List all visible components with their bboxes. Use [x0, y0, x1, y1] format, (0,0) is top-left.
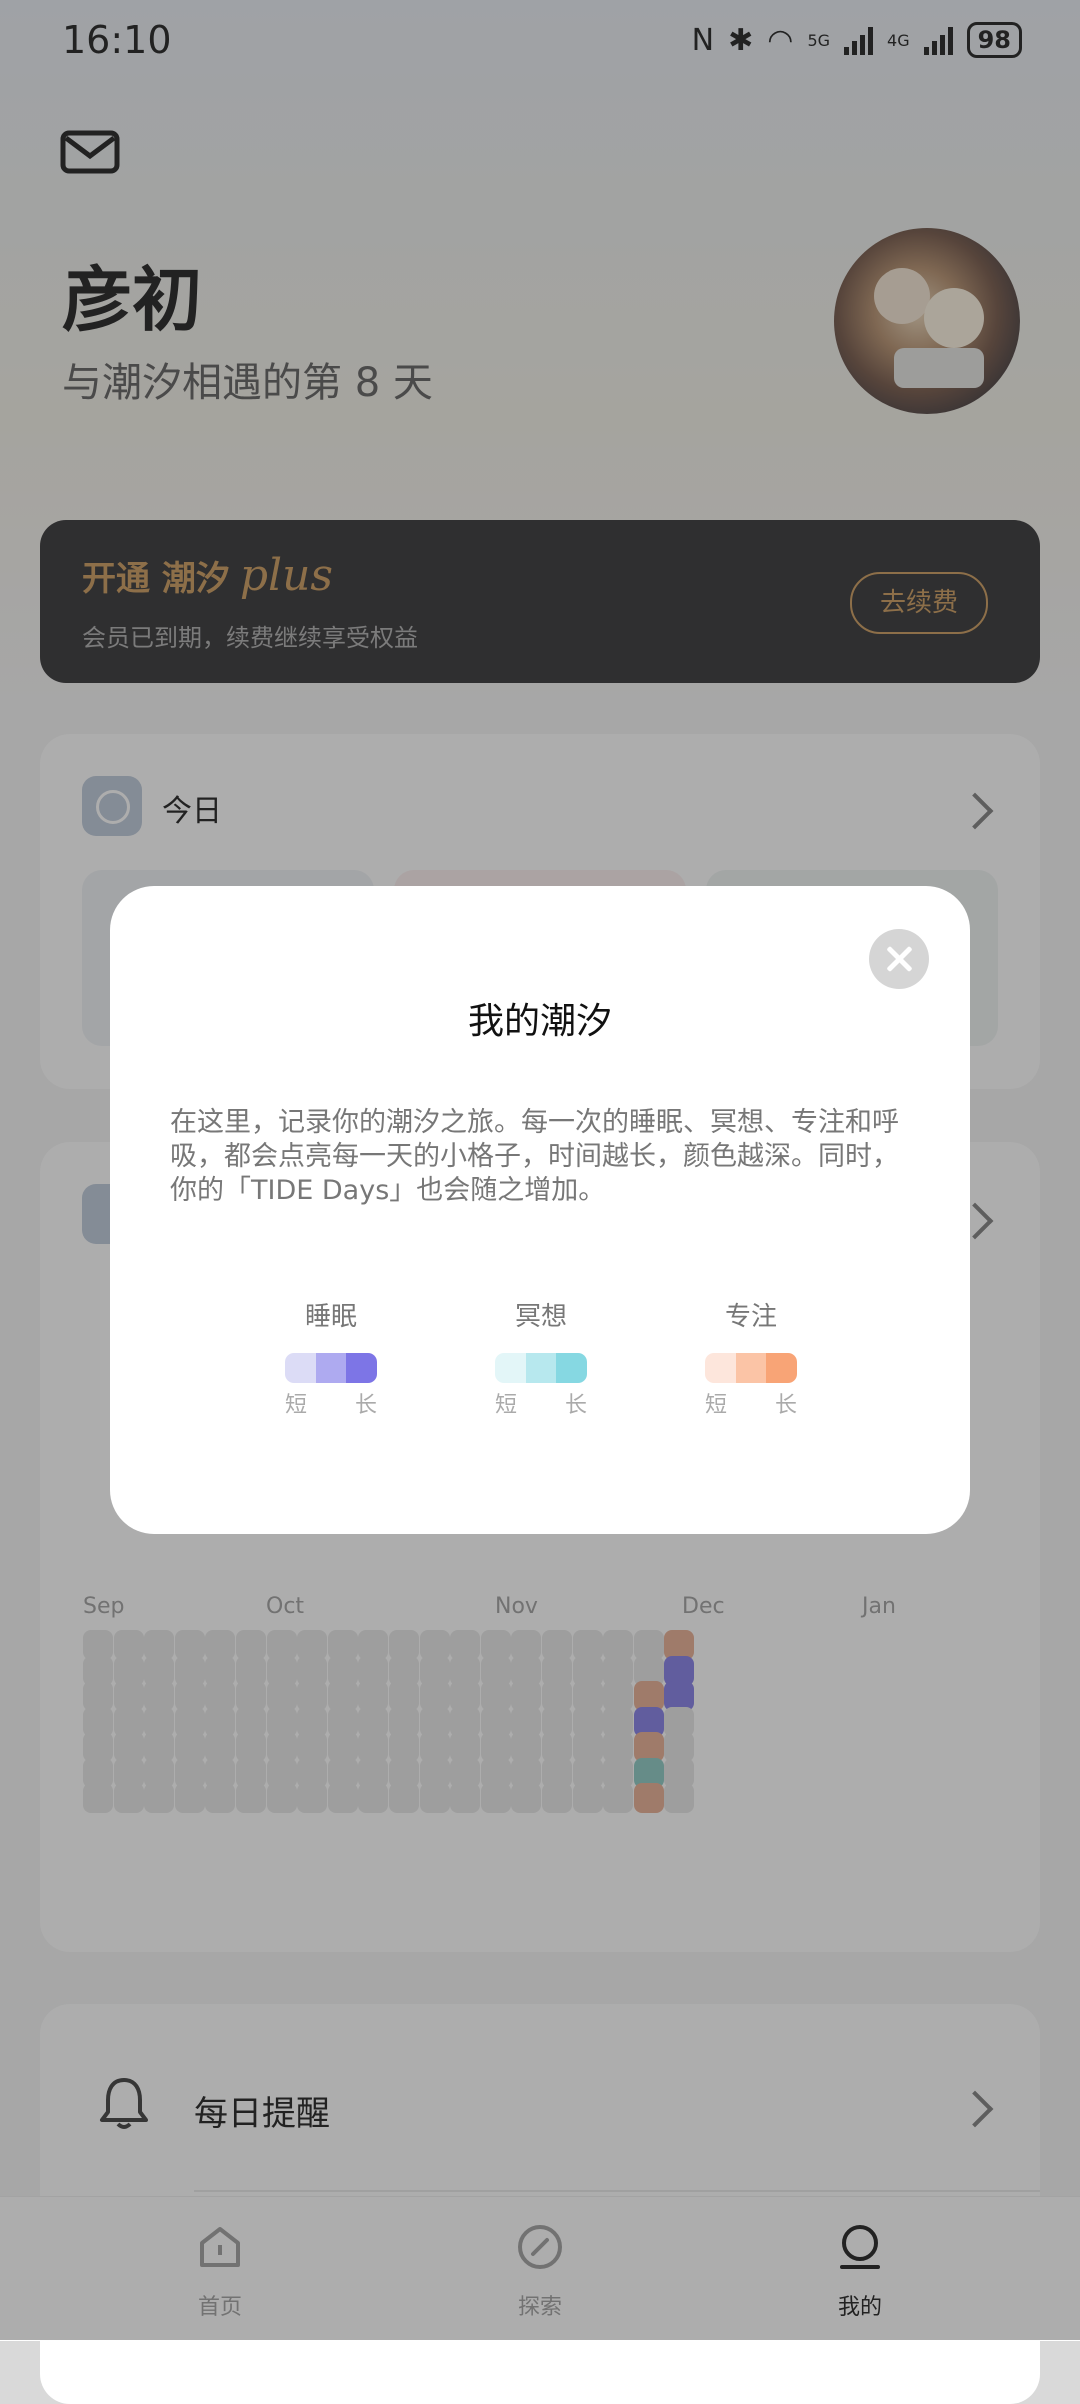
legend-focus-swatch-2	[735, 1353, 767, 1383]
legend-sleep: 睡眠 短 长	[231, 1296, 431, 1419]
my-tide-dialog: 我的潮汐 在这里，记录你的潮汐之旅。每一次的睡眠、冥想、专注和呼吸，都会点亮每一…	[110, 886, 970, 1534]
legend-sleep-swatch-3	[346, 1353, 377, 1383]
legend-meditation-ends: 短 长	[495, 1387, 587, 1419]
legend-sleep-scale	[285, 1353, 377, 1383]
legend-meditation-scale	[495, 1353, 587, 1383]
legend-long-label: 长	[774, 1393, 797, 1418]
legend-meditation-swatch-2	[525, 1353, 557, 1383]
legend-short-label: 短	[285, 1393, 308, 1418]
legend-short-label: 短	[705, 1393, 728, 1418]
legend-sleep-ends: 短 长	[285, 1387, 377, 1419]
legend-meditation: 冥想 短 长	[441, 1296, 641, 1419]
legend-focus-swatch-3	[766, 1353, 797, 1383]
legend-focus-swatch-1	[705, 1353, 736, 1383]
close-button[interactable]	[869, 929, 929, 989]
legend-long-label: 长	[564, 1393, 587, 1418]
legend-sleep-swatch-1	[285, 1353, 316, 1383]
dialog-title: 我的潮汐	[467, 1001, 612, 1042]
legend-focus-ends: 短 长	[705, 1387, 797, 1419]
legend-focus: 专注 短 长	[651, 1296, 851, 1419]
legend-focus-label: 专注	[724, 1302, 777, 1332]
legend-short-label: 短	[495, 1393, 518, 1418]
legend-focus-scale	[705, 1353, 797, 1383]
dialog-description: 在这里，记录你的潮汐之旅。每一次的睡眠、冥想、专注和呼吸，都会点亮每一天的小格子…	[170, 1107, 899, 1206]
legend-meditation-label: 冥想	[514, 1302, 567, 1332]
legend-sleep-swatch-2	[315, 1353, 347, 1383]
legend-sleep-label: 睡眠	[304, 1302, 357, 1332]
legend-meditation-swatch-1	[495, 1353, 526, 1383]
legend-meditation-swatch-3	[556, 1353, 587, 1383]
legend-long-label: 长	[354, 1393, 377, 1418]
